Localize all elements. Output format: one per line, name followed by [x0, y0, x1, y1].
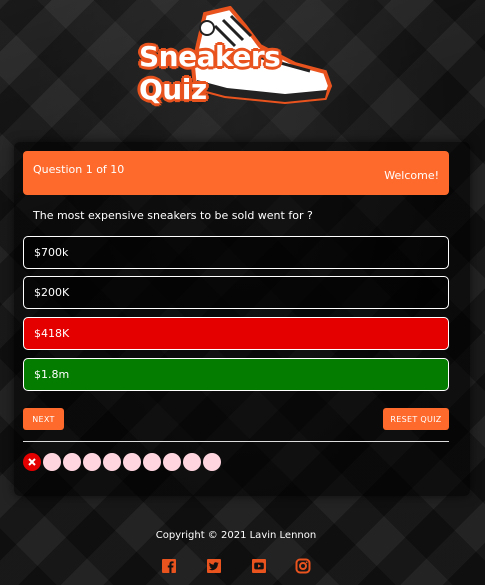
progress-dot-5 — [103, 453, 121, 471]
next-button[interactable]: NEXT — [23, 408, 64, 430]
progress-dot-10 — [203, 453, 221, 471]
answer-option-2[interactable]: $200K — [23, 276, 449, 309]
progress-dot-9 — [183, 453, 201, 471]
close-icon — [28, 458, 36, 466]
facebook-link[interactable] — [161, 558, 177, 574]
facebook-icon — [162, 559, 176, 573]
answer-label: $200K — [34, 286, 70, 299]
answer-label: $418K — [34, 327, 70, 340]
welcome-message: Welcome! — [384, 169, 439, 182]
twitter-link[interactable] — [206, 558, 222, 574]
footer-copyright: Copyright © 2021 Lavin Lennon — [155, 530, 317, 541]
answer-option-1[interactable]: $700k — [23, 236, 449, 269]
instagram-link[interactable] — [295, 558, 311, 574]
progress-dot-7 — [143, 453, 161, 471]
divider — [23, 441, 449, 442]
progress-dot-3 — [63, 453, 81, 471]
reset-quiz-button[interactable]: RESET QUIZ — [383, 408, 449, 430]
progress-dot-1 — [23, 453, 41, 471]
question-counter: Question 1 of 10 — [33, 163, 125, 176]
progress-dot-2 — [43, 453, 61, 471]
logo: Sneakers Quiz — [135, 6, 335, 106]
progress-dot-6 — [123, 453, 141, 471]
quiz-header: Question 1 of 10 Welcome! — [23, 151, 449, 195]
instagram-icon — [295, 558, 311, 574]
answer-label: $1.8m — [34, 368, 70, 381]
answer-label: $700k — [34, 246, 69, 259]
logo-text: Sneakers Quiz — [139, 40, 281, 106]
youtube-link[interactable] — [251, 558, 267, 574]
youtube-icon — [252, 559, 266, 573]
answer-option-4[interactable]: $1.8m — [23, 358, 449, 391]
answer-option-3[interactable]: $418K — [23, 317, 449, 350]
progress-dot-8 — [163, 453, 181, 471]
progress-dot-4 — [83, 453, 101, 471]
question-text: The most expensive sneakers to be sold w… — [33, 209, 313, 222]
twitter-icon — [207, 559, 221, 573]
